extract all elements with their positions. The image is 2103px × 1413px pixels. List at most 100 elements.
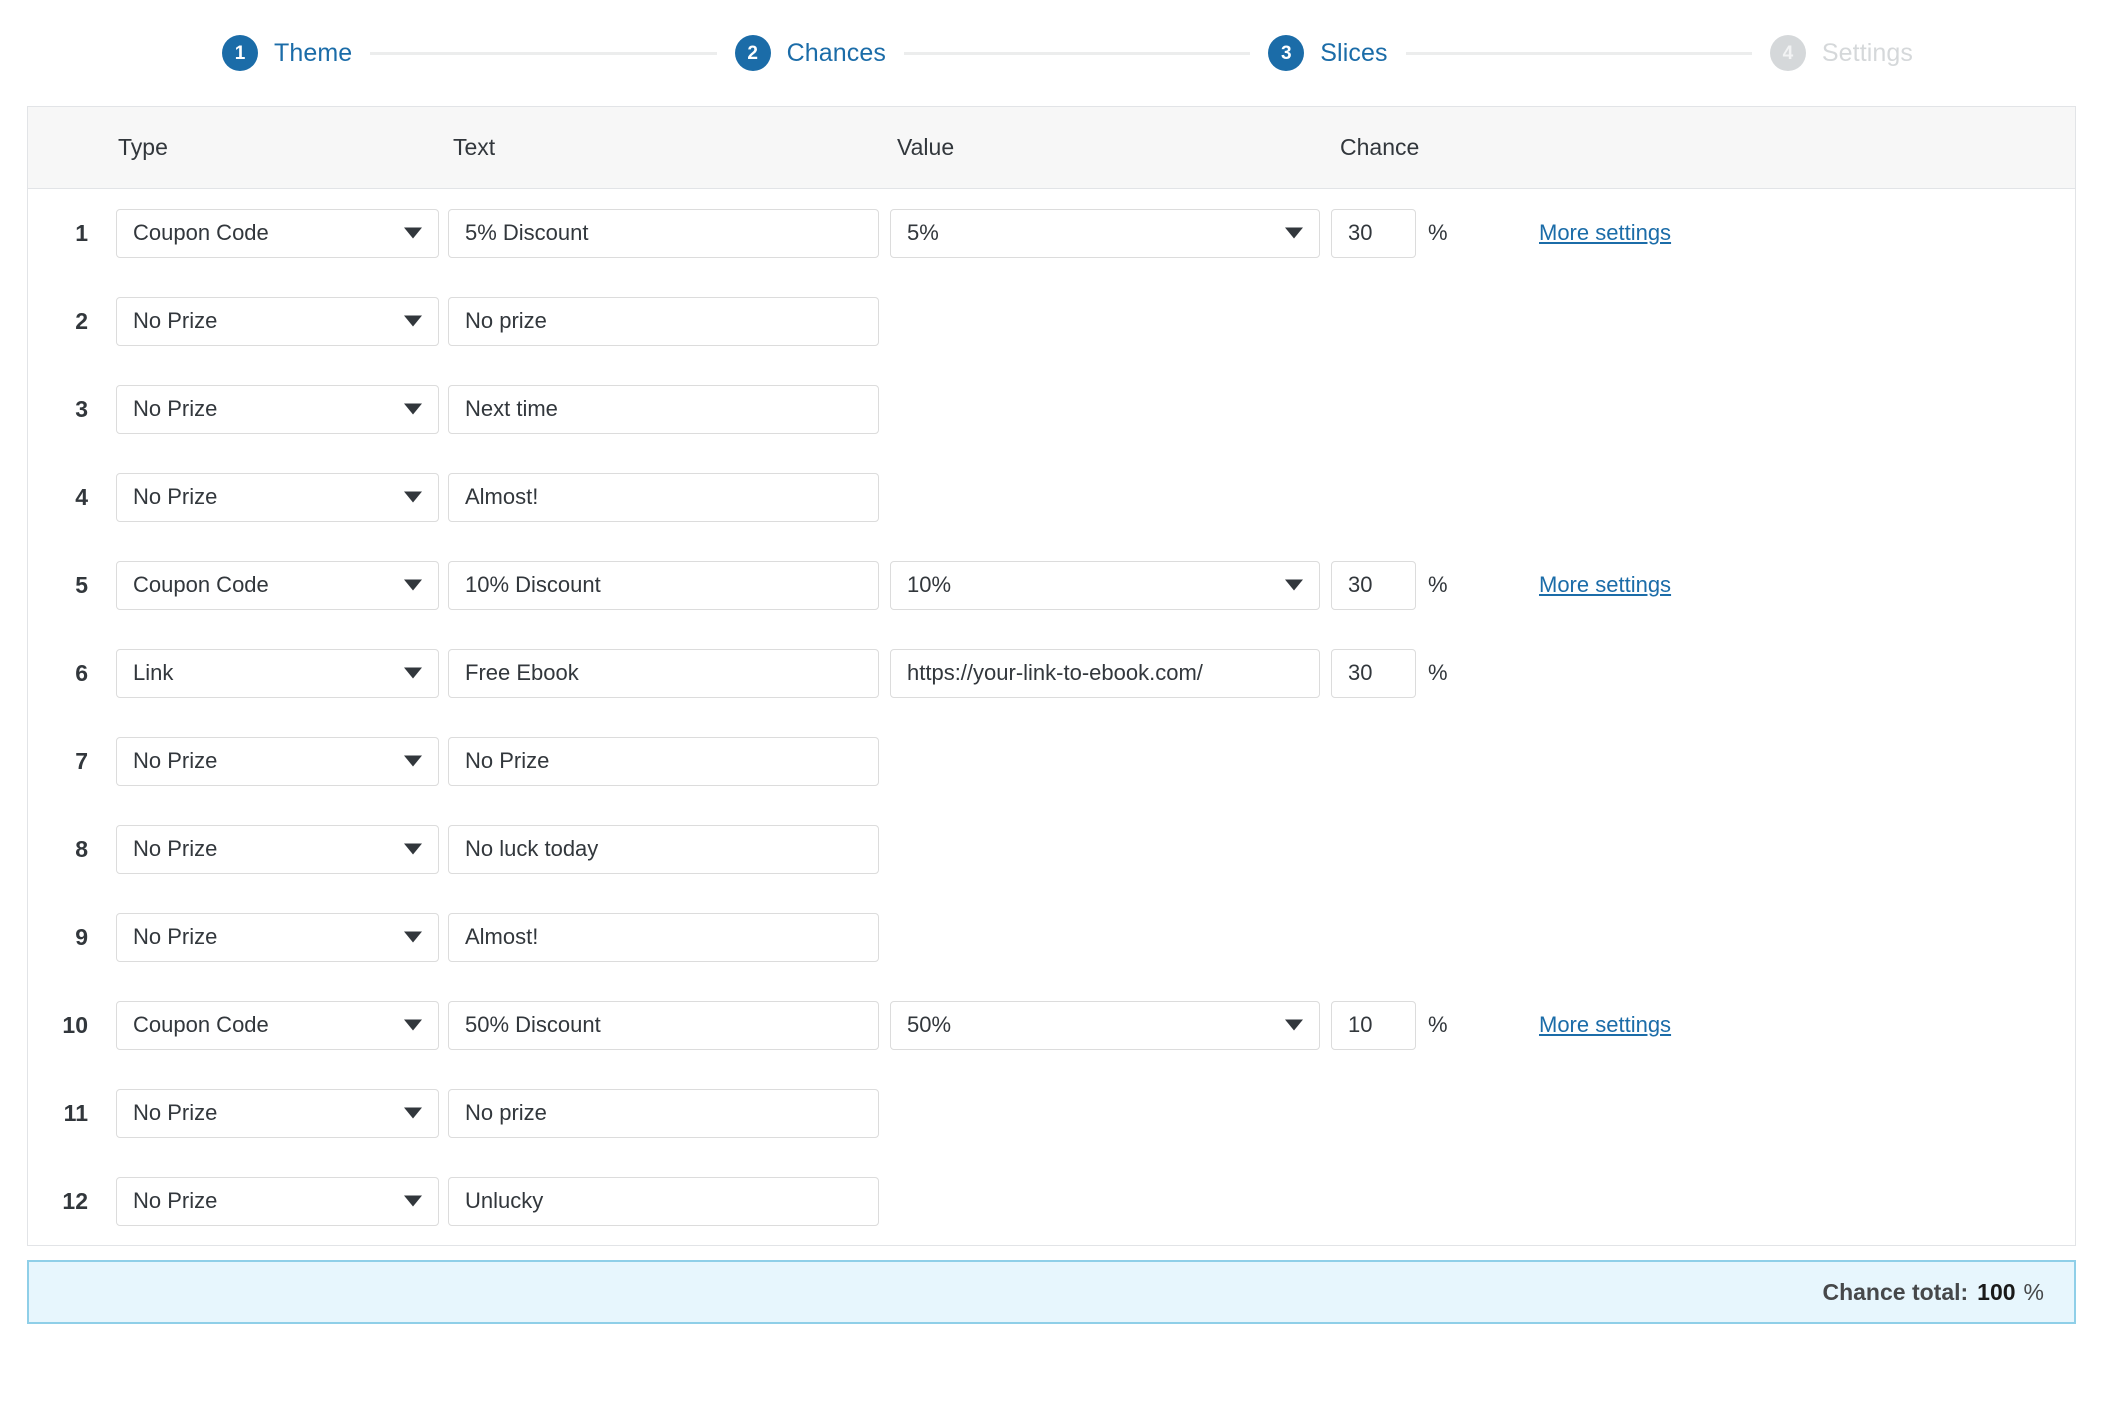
cell-percent-sign: % bbox=[1416, 660, 1464, 686]
more-settings-link[interactable]: More settings bbox=[1539, 572, 1671, 598]
slice-text-input[interactable]: No Prize bbox=[448, 736, 879, 786]
slice-text-input[interactable]: 5% Discount bbox=[448, 208, 879, 258]
cell-type: No Prize bbox=[116, 1176, 439, 1226]
chevron-down-icon bbox=[404, 1107, 422, 1119]
chevron-down-icon bbox=[404, 579, 422, 591]
cell-text: Almost! bbox=[448, 912, 879, 962]
column-header-chance: Chance bbox=[1340, 134, 1420, 160]
table-header-row: Type Text Value Chance bbox=[28, 107, 2075, 189]
row-index: 7 bbox=[75, 747, 88, 774]
row-index: 5 bbox=[75, 571, 88, 598]
slice-text-input[interactable]: No prize bbox=[448, 1088, 879, 1138]
table-row: 4 No Prize Almost! bbox=[28, 453, 2075, 541]
wizard-stepper: 1 Theme 2 Chances 3 Slices 4 Settings bbox=[0, 0, 2103, 106]
cell-type: Link bbox=[116, 648, 439, 698]
value-select-value: 10% bbox=[907, 572, 952, 597]
chance-input[interactable]: 30 bbox=[1331, 560, 1416, 610]
wizard-step-slices[interactable]: 3 Slices bbox=[1268, 35, 1387, 71]
column-header-type: Type bbox=[118, 134, 168, 160]
value-url-input[interactable]: https://your-link-to-ebook.com/ bbox=[890, 648, 1320, 698]
type-select[interactable]: No Prize bbox=[116, 912, 439, 962]
value-select[interactable]: 10% bbox=[890, 560, 1320, 610]
cell-value: https://your-link-to-ebook.com/ bbox=[890, 648, 1320, 698]
cell-text: 5% Discount bbox=[448, 208, 879, 258]
chevron-down-icon bbox=[404, 1019, 422, 1031]
wizard-step-theme[interactable]: 1 Theme bbox=[222, 35, 352, 71]
table-row: 12 No Prize Unlucky bbox=[28, 1157, 2075, 1245]
slice-text-input[interactable]: Almost! bbox=[448, 472, 879, 522]
cell-type: No Prize bbox=[116, 912, 439, 962]
more-settings-link[interactable]: More settings bbox=[1539, 220, 1671, 246]
step-connector-line bbox=[1405, 51, 1752, 55]
type-select[interactable]: No Prize bbox=[116, 296, 439, 346]
chance-input[interactable]: 10 bbox=[1331, 1000, 1416, 1050]
step-number-badge: 1 bbox=[222, 35, 258, 71]
slice-text-input[interactable]: Almost! bbox=[448, 912, 879, 962]
cell-more-settings: More settings bbox=[1464, 1012, 2075, 1038]
row-index: 4 bbox=[75, 483, 88, 510]
type-select[interactable]: Coupon Code bbox=[116, 208, 439, 258]
wizard-step-settings[interactable]: 4 Settings bbox=[1769, 35, 1913, 71]
value-select-value: 5% bbox=[907, 220, 939, 245]
cell-chance: 10 bbox=[1331, 1000, 1416, 1050]
type-select[interactable]: Coupon Code bbox=[116, 1000, 439, 1050]
percent-symbol: % bbox=[1428, 220, 1448, 245]
cell-text: No prize bbox=[448, 296, 879, 346]
slice-text-input[interactable]: No luck today bbox=[448, 824, 879, 874]
slices-table-panel: Type Text Value Chance 1 Coupon Code 5% Di… bbox=[27, 106, 2076, 1246]
chevron-down-icon bbox=[404, 1195, 422, 1207]
cell-percent-sign: % bbox=[1416, 572, 1464, 598]
type-select[interactable]: Coupon Code bbox=[116, 560, 439, 610]
wizard-step-chances[interactable]: 2 Chances bbox=[734, 35, 886, 71]
slice-text-input[interactable]: 10% Discount bbox=[448, 560, 879, 610]
table-row: 6 Link Free Ebook https://your-link-to-eboo… bbox=[28, 629, 2075, 717]
chance-input[interactable]: 30 bbox=[1331, 648, 1416, 698]
type-select[interactable]: No Prize bbox=[116, 736, 439, 786]
chevron-down-icon bbox=[404, 227, 422, 239]
value-select-value: 50% bbox=[907, 1012, 952, 1037]
type-select[interactable]: No Prize bbox=[116, 1088, 439, 1138]
step-label: Theme bbox=[274, 38, 353, 67]
cell-type: No Prize bbox=[116, 1088, 439, 1138]
chevron-down-icon bbox=[404, 843, 422, 855]
chance-total-value: 100 bbox=[1977, 1278, 2016, 1305]
type-select-value: Coupon Code bbox=[133, 1012, 269, 1037]
chevron-down-icon bbox=[404, 667, 422, 679]
slice-text-input[interactable]: 50% Discount bbox=[448, 1000, 879, 1050]
cell-text: 50% Discount bbox=[448, 1000, 879, 1050]
more-settings-link[interactable]: More settings bbox=[1539, 1012, 1671, 1038]
type-select[interactable]: No Prize bbox=[116, 824, 439, 874]
slice-text-input[interactable]: No prize bbox=[448, 296, 879, 346]
chance-input[interactable]: 30 bbox=[1331, 208, 1416, 258]
cell-text: Almost! bbox=[448, 472, 879, 522]
cell-percent-sign: % bbox=[1416, 1012, 1464, 1038]
slice-text-input[interactable]: Free Ebook bbox=[448, 648, 879, 698]
type-select[interactable]: No Prize bbox=[116, 384, 439, 434]
type-select[interactable]: No Prize bbox=[116, 1176, 439, 1226]
chevron-down-icon bbox=[404, 755, 422, 767]
cell-type: No Prize bbox=[116, 824, 439, 874]
table-row: 2 No Prize No prize bbox=[28, 277, 2075, 365]
type-select-value: No Prize bbox=[133, 308, 218, 333]
row-index: 9 bbox=[75, 923, 88, 950]
cell-text: No prize bbox=[448, 1088, 879, 1138]
type-select[interactable]: No Prize bbox=[116, 472, 439, 522]
step-connector-line bbox=[903, 51, 1251, 55]
type-select-value: Coupon Code bbox=[133, 220, 269, 245]
slice-text-input[interactable]: Next time bbox=[448, 384, 879, 434]
value-select[interactable]: 50% bbox=[890, 1000, 1320, 1050]
slice-text-input[interactable]: Unlucky bbox=[448, 1176, 879, 1226]
cell-text: Unlucky bbox=[448, 1176, 879, 1226]
row-index: 11 bbox=[63, 1099, 88, 1126]
chevron-down-icon bbox=[404, 315, 422, 327]
table-row: 11 No Prize No prize bbox=[28, 1069, 2075, 1157]
table-row: 1 Coupon Code 5% Discount 5% 30% More setting… bbox=[28, 189, 2075, 277]
table-row: 7 No Prize No Prize bbox=[28, 717, 2075, 805]
type-select[interactable]: Link bbox=[116, 648, 439, 698]
table-body: 1 Coupon Code 5% Discount 5% 30% More setting… bbox=[28, 189, 2075, 1245]
chevron-down-icon bbox=[1285, 579, 1303, 591]
step-number-badge: 3 bbox=[1268, 35, 1305, 71]
type-select-value: Link bbox=[133, 660, 174, 685]
value-select[interactable]: 5% bbox=[890, 208, 1320, 258]
cell-chance: 30 bbox=[1331, 560, 1416, 610]
